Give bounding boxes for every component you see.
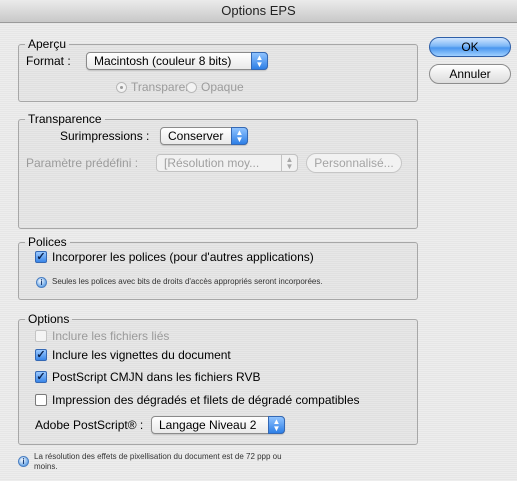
gradients-checkbox[interactable] xyxy=(35,394,47,406)
surimpressions-value: Conserver xyxy=(168,129,224,143)
postscript-select[interactable]: Langage Niveau 2 ▲ ▼ xyxy=(151,416,285,434)
footer-note-line2: moins. xyxy=(34,462,58,471)
cmyk-label[interactable]: PostScript CMJN dans les fichiers RVB xyxy=(52,370,261,384)
radio-transparent[interactable] xyxy=(116,82,127,93)
format-label: Format : xyxy=(26,54,71,68)
gradients-label[interactable]: Impression des dégradés et filets de dég… xyxy=(52,393,360,407)
embed-fonts-label[interactable]: Incorporer les polices (pour d'autres ap… xyxy=(52,250,314,264)
linked-files-label[interactable]: Inclure les fichiers liés xyxy=(52,329,169,343)
format-select[interactable]: Macintosh (couleur 8 bits) ▲ ▼ xyxy=(86,52,268,70)
popup-arrows-icon: ▲ ▼ xyxy=(268,416,285,434)
options-legend: Options xyxy=(28,312,70,326)
window-title: Options EPS xyxy=(0,0,517,23)
info-icon: i xyxy=(18,456,29,467)
radio-opaque-label: Opaque xyxy=(201,80,244,94)
embed-fonts-checkbox[interactable]: ✓ xyxy=(35,251,47,263)
polices-group: Polices xyxy=(18,236,418,300)
cmyk-checkbox[interactable]: ✓ xyxy=(35,371,47,383)
format-value: Macintosh (couleur 8 bits) xyxy=(94,54,232,68)
polices-legend: Polices xyxy=(28,235,67,249)
thumbnails-label[interactable]: Inclure les vignettes du document xyxy=(52,348,231,362)
preset-value: [Résolution moy... xyxy=(164,156,260,170)
surimpressions-label: Surimpressions : xyxy=(60,129,150,143)
custom-button[interactable]: Personnalisé... xyxy=(306,153,402,173)
footer-note-line1: La résolution des effets de pixellisatio… xyxy=(34,452,282,461)
cancel-button[interactable]: Annuler xyxy=(429,64,511,84)
radio-opaque[interactable] xyxy=(186,82,197,93)
apercu-legend: Aperçu xyxy=(28,37,67,51)
postscript-label: Adobe PostScript® : xyxy=(35,418,144,432)
transparence-legend: Transparence xyxy=(28,112,102,126)
postscript-value: Langage Niveau 2 xyxy=(159,418,257,432)
surimpressions-select[interactable]: Conserver ▲ ▼ xyxy=(160,127,248,145)
eps-options-dialog: Options EPS OK Annuler Aperçu Format : M… xyxy=(0,0,517,481)
linked-files-checkbox[interactable] xyxy=(35,330,47,342)
thumbnails-checkbox[interactable]: ✓ xyxy=(35,349,47,361)
info-icon: i xyxy=(36,277,47,288)
preset-label: Paramètre prédéfini : xyxy=(26,156,139,170)
popup-arrows-icon: ▲ ▼ xyxy=(231,127,248,145)
popup-arrows-icon: ▲ ▼ xyxy=(281,154,298,172)
preset-select[interactable]: [Résolution moy... ▲ ▼ xyxy=(156,154,298,172)
ok-button[interactable]: OK xyxy=(429,37,511,57)
fonts-note: Seules les polices avec bits de droits d… xyxy=(52,277,323,286)
popup-arrows-icon: ▲ ▼ xyxy=(251,52,268,70)
